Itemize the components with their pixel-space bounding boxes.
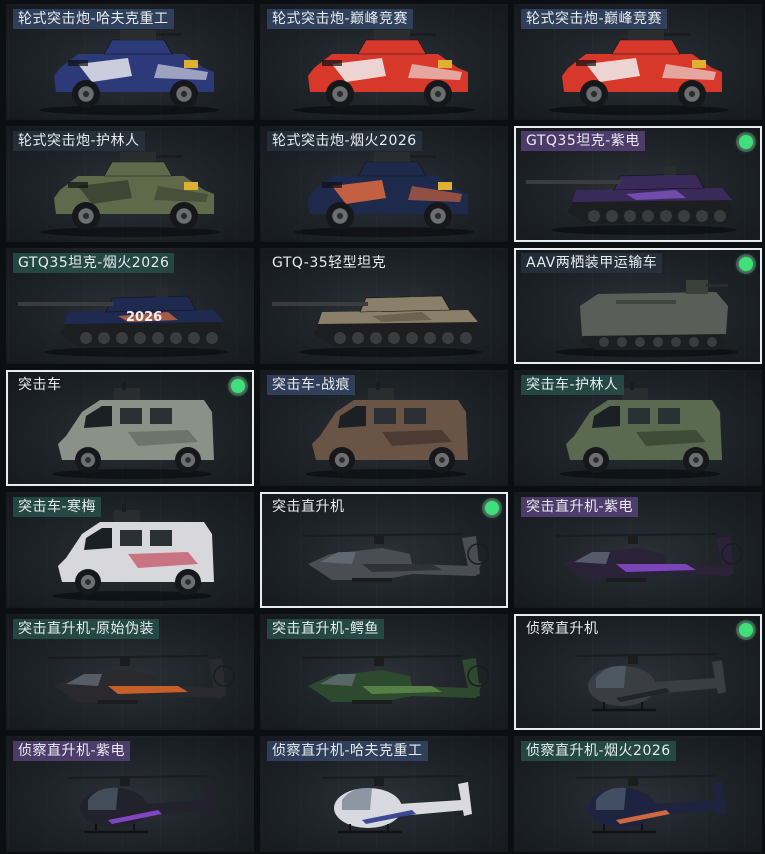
vehicle-skin-name: 侦察直升机-紫电 [13,741,131,761]
vehicle-skin-name: 侦察直升机 [526,621,599,637]
vehicle-skin-name: 轮式突击炮-哈夫克重工 [13,9,174,29]
vehicle-skin-card[interactable]: 突击直升机-原始伪装 [6,614,254,730]
vehicle-skin-name: GTQ-35轻型坦克 [272,255,387,271]
vehicle-skin-card[interactable]: 侦察直升机 [514,614,762,730]
vehicle-skin-card[interactable]: GTQ-35轻型坦克 [260,248,508,364]
vehicle-skin-name: GTQ35坦克-紫电 [521,131,645,151]
vehicle-skin-card[interactable]: 突击车-护林人 [514,370,762,486]
equipped-indicator-icon [739,135,753,149]
vehicle-skin-name: GTQ35坦克-烟火2026 [13,253,175,273]
vehicle-skin-name: 轮式突击炮-巅峰竞赛 [267,9,414,29]
vehicle-skin-name: AAV两栖装甲运输车 [521,253,663,273]
vehicle-skin-name: 突击直升机-原始伪装 [13,619,160,639]
vehicle-skin-card[interactable]: 侦察直升机-烟火2026 [514,736,762,852]
vehicle-skin-card[interactable]: AAV两栖装甲运输车 [514,248,762,364]
vehicle-skin-name: 侦察直升机-哈夫克重工 [267,741,428,761]
vehicle-skin-name: 轮式突击炮-护林人 [13,131,145,151]
vehicle-skin-name: 突击车-护林人 [521,375,624,395]
vehicle-skin-name: 轮式突击炮-巅峰竞赛 [521,9,668,29]
tank-decal-text: 2026 [126,310,162,325]
vehicle-skin-name: 突击车 [18,377,62,393]
vehicle-skin-card[interactable]: 突击直升机-鳄鱼 [260,614,508,730]
vehicle-skin-card[interactable]: 突击直升机 [260,492,508,608]
vehicle-skin-card[interactable]: 轮式突击炮-烟火2026 [260,126,508,242]
equipped-indicator-icon [485,501,499,515]
vehicle-skin-card[interactable]: 突击直升机-紫电 [514,492,762,608]
vehicle-skin-grid: 轮式突击炮-哈夫克重工 轮式突击炮-巅峰竞赛 轮式突击炮-巅峰竞赛轮式突击炮-护林人… [6,4,762,852]
vehicle-skin-card[interactable]: 轮式突击炮-巅峰竞赛 [260,4,508,120]
vehicle-skin-name: 突击车-寒梅 [13,497,102,517]
vehicle-skin-card[interactable]: 2026 GTQ35坦克-烟火2026 [6,248,254,364]
equipped-indicator-icon [739,257,753,271]
vehicle-skin-card[interactable]: 轮式突击炮-护林人 [6,126,254,242]
vehicle-skin-card[interactable]: 轮式突击炮-巅峰竞赛 [514,4,762,120]
vehicle-skin-name: 轮式突击炮-烟火2026 [267,131,422,151]
equipped-indicator-icon [231,379,245,393]
vehicle-skin-name: 突击直升机-紫电 [521,497,639,517]
vehicle-skin-name: 突击直升机-鳄鱼 [267,619,385,639]
vehicle-skin-card[interactable]: 侦察直升机-哈夫克重工 [260,736,508,852]
vehicle-skin-name: 突击直升机 [272,499,345,515]
vehicle-skin-card[interactable]: 突击车 [6,370,254,486]
vehicle-skin-card[interactable]: 轮式突击炮-哈夫克重工 [6,4,254,120]
vehicle-skin-card[interactable]: 突击车-寒梅 [6,492,254,608]
vehicle-skin-card[interactable]: GTQ35坦克-紫电 [514,126,762,242]
vehicle-skin-name: 侦察直升机-烟火2026 [521,741,676,761]
vehicle-skin-card[interactable]: 突击车-战痕 [260,370,508,486]
vehicle-skin-card[interactable]: 侦察直升机-紫电 [6,736,254,852]
equipped-indicator-icon [739,623,753,637]
vehicle-skin-name: 突击车-战痕 [267,375,356,395]
